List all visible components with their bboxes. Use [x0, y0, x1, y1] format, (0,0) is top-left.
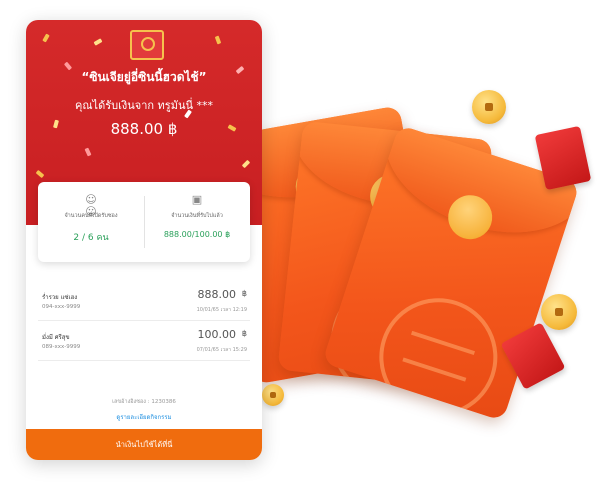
phone-screen: “ซินเจียยู่อี่ซินนี้ฮวดไช้” คุณได้รับเงิ…: [26, 20, 262, 460]
recipient-name: มั่งมี ศรีสุข: [42, 334, 70, 341]
confetti: [214, 35, 222, 45]
stat-money-label: จำนวนเงินที่รับไปแล้ว: [171, 213, 223, 219]
wallet-icon: ▣: [191, 193, 203, 206]
red-envelope-icon: [130, 30, 164, 60]
sender-line: คุณได้รับเงินจาก ทรูมันนี่ ***: [74, 99, 213, 112]
currency-symbol: ฿: [241, 289, 247, 298]
confetti: [93, 38, 103, 46]
stats-card: ☺☺ จำนวนคนที่เปิดรับซอง 2 / 6 คน ▣ จำนวน…: [38, 182, 250, 262]
confetti: [35, 169, 45, 179]
recipient-time: 07/01/65 เวลา 15:29: [196, 347, 247, 353]
gold-coin-icon: [541, 294, 577, 330]
recipient-phone: 089-xxx-9999: [42, 344, 81, 350]
received-amount: 888.00 ฿: [110, 120, 178, 138]
currency-symbol: ฿: [241, 329, 247, 338]
recipient-time: 10/01/65 เวลา 12:19: [196, 307, 247, 313]
stat-people-label: จำนวนคนที่เปิดรับซอง: [64, 213, 118, 219]
gold-coin-icon: [472, 90, 506, 124]
reference-number: เลขอ้างอิงซอง : 1230386: [112, 399, 176, 405]
activity-details-link[interactable]: ดูรายละเอียดกิจกรรม: [26, 412, 262, 422]
gold-coin-icon: [262, 384, 284, 406]
list-divider: [38, 360, 250, 361]
list-divider: [38, 320, 250, 321]
recipient-name: ร่ำรวย แซ่เฮง: [42, 294, 78, 301]
use-money-button[interactable]: นำเงินไปใช้ได้ที่นี่: [26, 429, 262, 460]
confetti: [42, 33, 50, 43]
recipient-phone: 094-xxx-9999: [42, 304, 81, 310]
stat-people: ☺☺ จำนวนคนที่เปิดรับซอง 2 / 6 คน: [38, 182, 144, 262]
greeting-text: “ซินเจียยู่อี่ซินนี้ฮวดไช้”: [81, 70, 207, 84]
list-item: มั่งมี ศรีสุข 089-xxx-9999 100.00 ฿ 07/0…: [26, 322, 262, 360]
recipient-amount: 100.00: [197, 328, 237, 341]
list-item: ร่ำรวย แซ่เฮง 094-xxx-9999 888.00 ฿ 10/0…: [26, 282, 262, 320]
people-icon: ☺☺: [85, 193, 97, 218]
confetti: [241, 159, 251, 169]
confetti: [84, 147, 92, 157]
stat-money: ▣ จำนวนเงินที่รับไปแล้ว 888.00/100.00 ฿: [144, 182, 250, 262]
stat-people-value: 2 / 6 คน: [73, 233, 109, 243]
recipient-amount: 888.00: [197, 288, 237, 301]
stat-money-value: 888.00/100.00 ฿: [163, 230, 231, 239]
